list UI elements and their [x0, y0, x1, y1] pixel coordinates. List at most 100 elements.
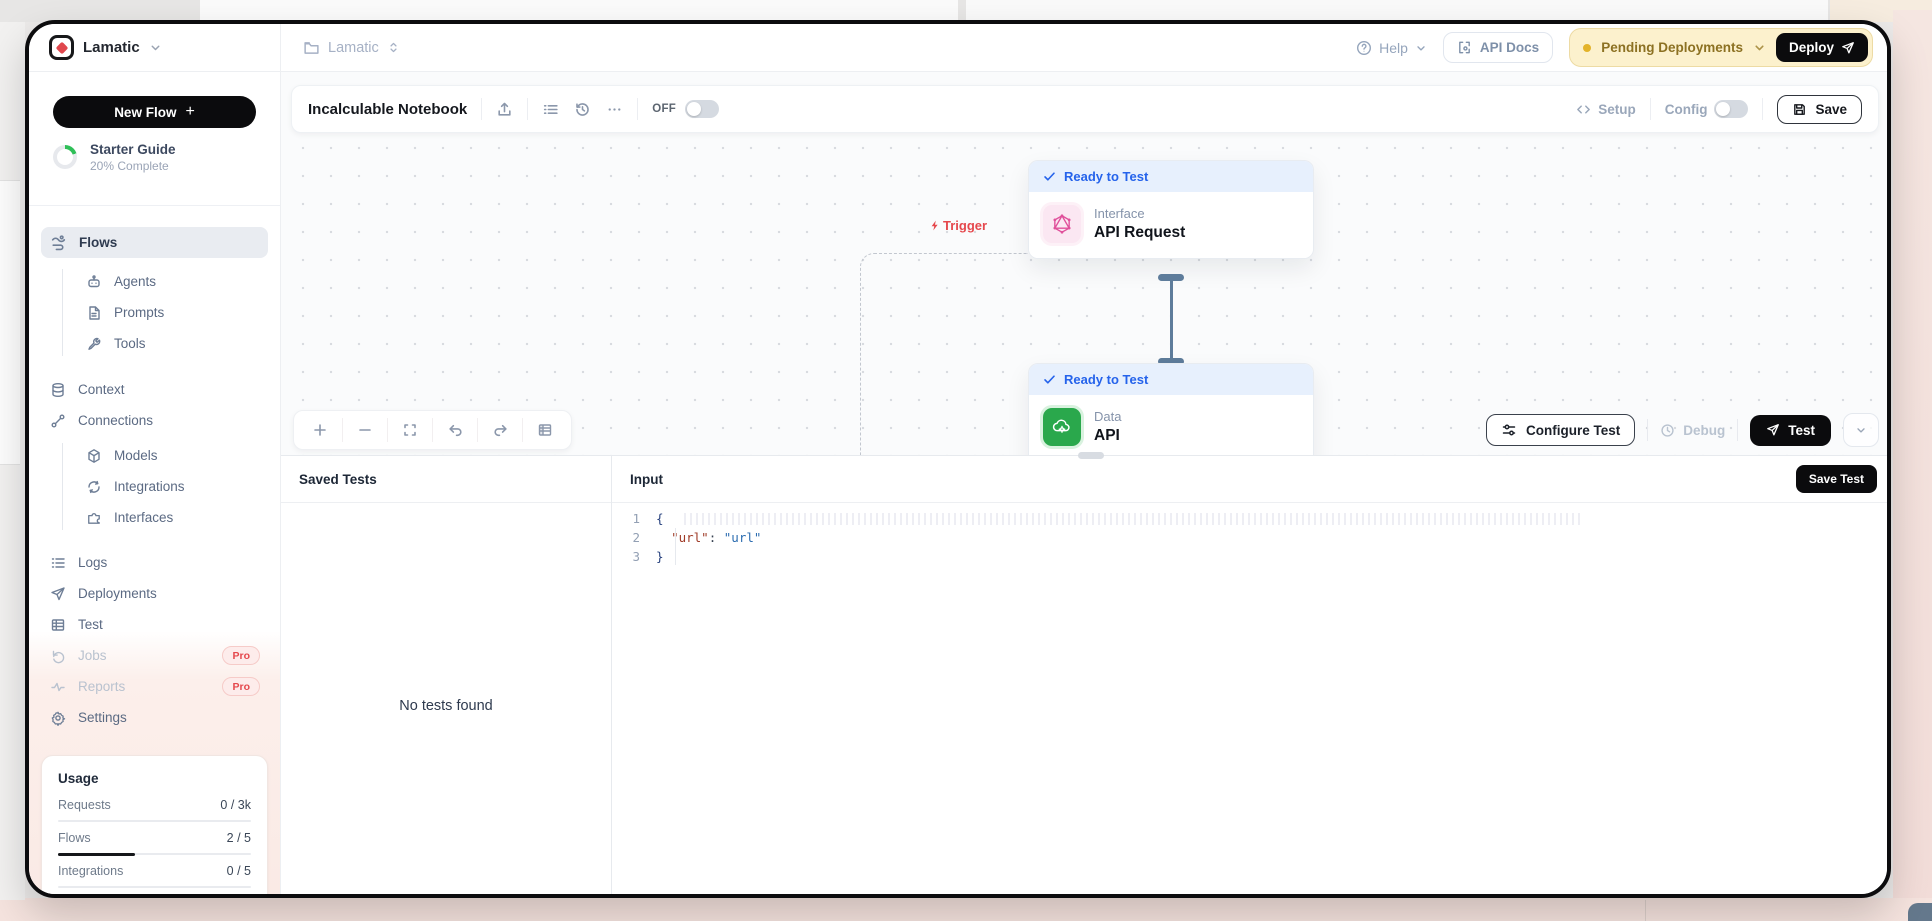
usage-row: Integrations 0 / 5 [58, 864, 251, 878]
starter-guide[interactable]: Starter Guide 20% Complete [53, 140, 256, 174]
saved-tests-header: Saved Tests [281, 456, 611, 503]
code-line: 3 } [612, 547, 1887, 566]
puzzle-icon [86, 510, 102, 526]
sidebar-item-label: Interfaces [114, 510, 173, 525]
brand-menu[interactable]: Lamatic [29, 24, 281, 71]
share-button[interactable] [496, 101, 513, 118]
send-icon [50, 586, 66, 602]
chevron-down-icon[interactable] [1753, 41, 1766, 54]
divider [1650, 98, 1651, 120]
sidebar-item-label: Models [114, 448, 158, 463]
sidebar-item-tools[interactable]: Tools [29, 328, 280, 359]
zoom-in-button[interactable] [298, 410, 342, 450]
new-flow-button[interactable]: New Flow + [53, 96, 256, 128]
sidebar-item-label: Deployments [78, 586, 157, 601]
progress-ring-icon [53, 145, 77, 169]
sidebar-item-agents[interactable]: Agents [29, 266, 280, 297]
test-panel: Saved Tests No tests found Input Save Te… [281, 455, 1887, 894]
link-nodes-icon [50, 413, 66, 429]
node-status-banner: Ready to Test [1029, 364, 1313, 395]
sidebar-item-logs[interactable]: Logs [29, 547, 280, 578]
help-label: Help [1379, 40, 1408, 56]
app-window: Lamatic Lamatic Help [25, 20, 1891, 898]
floppy-icon [1792, 102, 1807, 117]
deploy-button[interactable]: Deploy [1776, 33, 1868, 62]
zoom-out-button[interactable] [343, 410, 387, 450]
list-view-button[interactable] [542, 101, 559, 118]
more-options-button[interactable] [606, 101, 623, 118]
sidebar-item-connections[interactable]: Connections [29, 405, 280, 436]
configure-test-button[interactable]: Configure Test [1486, 414, 1635, 446]
top-header: Lamatic Lamatic Help [29, 24, 1887, 72]
header-actions: Help API Docs Pending Deployments [1356, 28, 1887, 67]
sidebar-item-models[interactable]: Models [29, 440, 280, 471]
notes-table-button[interactable] [523, 410, 567, 450]
sidebar-item-jobs[interactable]: Jobs Pro [29, 640, 280, 671]
config-toggle[interactable] [1714, 100, 1748, 118]
history-button[interactable] [574, 101, 591, 118]
workspace-name: Lamatic [328, 40, 379, 56]
sidebar-item-prompts[interactable]: Prompts [29, 297, 280, 328]
background-bottom-strip [0, 898, 1932, 921]
trigger-label: Trigger [929, 218, 987, 233]
api-docs-icon [1457, 40, 1472, 55]
sidebar-item-flows[interactable]: Flows [41, 227, 268, 258]
redo-button[interactable] [478, 410, 522, 450]
background-divider [1645, 900, 1646, 921]
chevron-down-icon [1855, 424, 1867, 436]
test-button[interactable]: Test [1750, 415, 1831, 446]
empty-state-message: No tests found [281, 503, 611, 714]
save-button[interactable]: Save [1777, 95, 1862, 124]
sliders-icon [1501, 422, 1517, 438]
canvas-toolbar [293, 410, 572, 450]
sidebar-item-label: Tools [114, 336, 146, 351]
starter-guide-subtitle: 20% Complete [90, 159, 176, 173]
divider [637, 98, 638, 120]
chevron-down-icon [149, 41, 162, 54]
workspace-switcher[interactable]: Lamatic [303, 39, 400, 56]
node-status-text: Ready to Test [1064, 169, 1148, 184]
sidebar-nav: Flows Agents Prompts [29, 227, 280, 733]
trigger-text: Trigger [943, 218, 987, 233]
sidebar-item-context[interactable]: Context [29, 374, 280, 405]
code-indent [656, 528, 671, 547]
code-token: : [709, 528, 724, 547]
sidebar-item-test[interactable]: Test [29, 609, 280, 640]
node-api-request[interactable]: Ready to Test Interface API Request [1028, 160, 1314, 259]
pulse-icon [50, 679, 66, 695]
undo-button[interactable] [433, 410, 477, 450]
api-docs-label: API Docs [1480, 40, 1539, 55]
desktop: Lamatic Lamatic Help [0, 0, 1932, 921]
line-number: 3 [612, 547, 656, 566]
test-options-button[interactable] [1843, 413, 1879, 447]
list-icon [50, 555, 66, 571]
sidebar-item-label: Integrations [114, 479, 185, 494]
sidebar-item-deployments[interactable]: Deployments [29, 578, 280, 609]
toggle-knob [1716, 102, 1730, 116]
divider [1737, 419, 1738, 441]
flow-titlebar: Incalculable Notebook [291, 85, 1879, 133]
sidebar-item-interfaces[interactable]: Interfaces [29, 502, 280, 533]
help-menu[interactable]: Help [1356, 40, 1427, 56]
api-docs-button[interactable]: API Docs [1443, 32, 1553, 63]
folder-icon [303, 39, 320, 56]
save-test-button[interactable]: Save Test [1796, 465, 1877, 493]
sidebar: New Flow + Starter Guide 20% Complete Fl… [29, 72, 281, 894]
divider [1762, 98, 1763, 120]
sidebar-item-settings[interactable]: Settings [29, 702, 280, 733]
setup-button[interactable]: Setup [1576, 102, 1636, 117]
brand-name: Lamatic [83, 39, 140, 56]
edge-line [1170, 280, 1173, 362]
usage-row: Requests 0 / 3k [58, 798, 251, 812]
sidebar-item-integrations[interactable]: Integrations [29, 471, 280, 502]
node-title: API Request [1094, 224, 1185, 242]
sidebar-item-reports[interactable]: Reports Pro [29, 671, 280, 702]
flow-canvas[interactable]: Trigger Ready to Test [281, 72, 1887, 455]
fit-view-button[interactable] [388, 410, 432, 450]
divider [1647, 419, 1648, 441]
input-code-editor[interactable]: 1 { 2 "url" : "url" 3 } [612, 503, 1887, 566]
flow-enabled-toggle[interactable] [685, 100, 719, 118]
debug-button[interactable]: Debug [1660, 423, 1725, 438]
saved-tests-column: Saved Tests No tests found [281, 456, 612, 894]
check-icon [1043, 170, 1056, 183]
